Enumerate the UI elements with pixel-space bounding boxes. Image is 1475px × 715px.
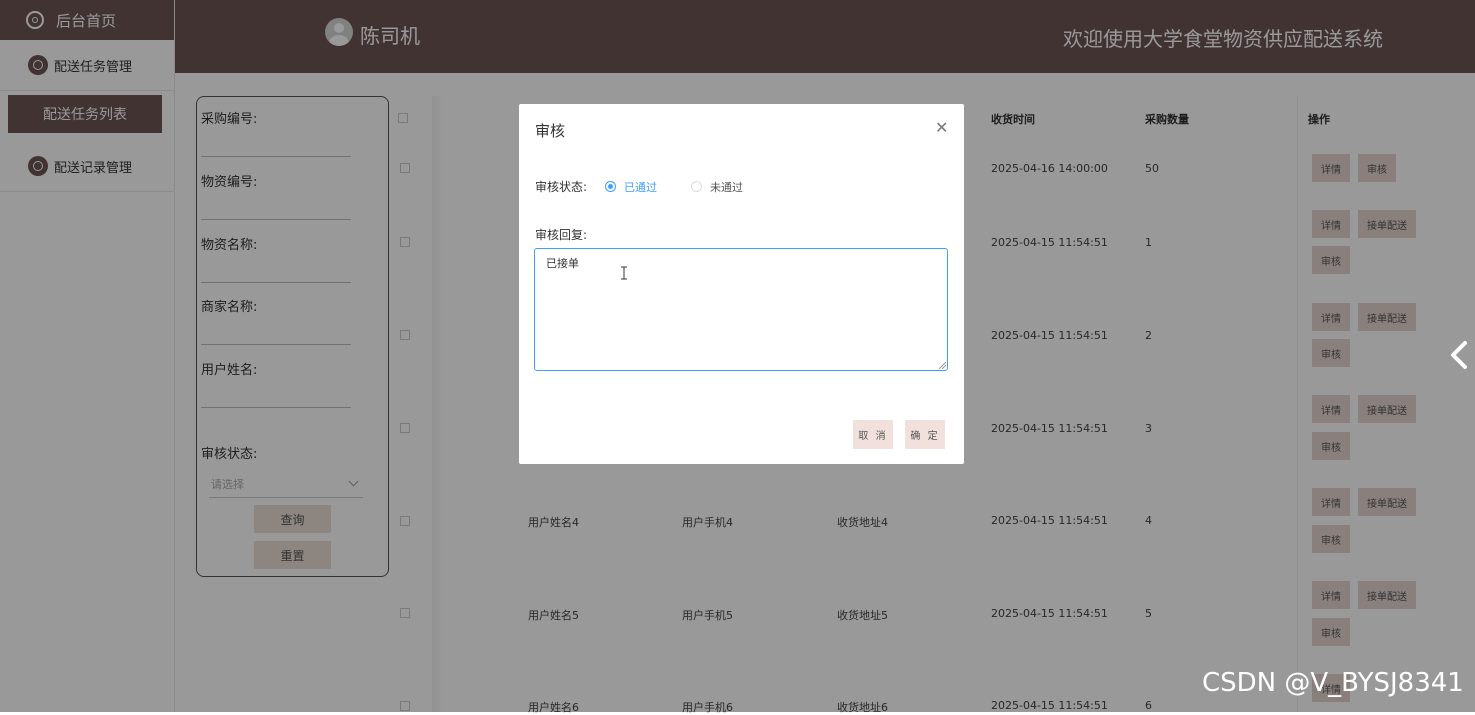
review-reply-label: 审核回复:: [535, 228, 588, 242]
review-status-label: 审核状态:: [535, 180, 588, 194]
dialog-title: 审核: [535, 122, 566, 140]
review-reply-textarea[interactable]: 已接单: [534, 248, 948, 371]
radio-failed-label[interactable]: 未通过: [710, 179, 743, 195]
text-cursor-icon: [621, 266, 627, 280]
confirm-button[interactable]: 确 定: [905, 420, 945, 449]
radio-passed[interactable]: [605, 181, 616, 192]
chevron-left-icon[interactable]: [1446, 340, 1472, 370]
textarea-value: 已接单: [546, 257, 579, 270]
resize-handle-icon[interactable]: [939, 362, 946, 369]
watermark: CSDN @V_BYSJ8341: [1202, 668, 1464, 698]
radio-failed[interactable]: [691, 181, 702, 192]
cancel-button[interactable]: 取 消: [853, 420, 893, 449]
review-dialog: 审核 ✕ 审核状态: 已通过 未通过 审核回复: 已接单 取 消 确 定: [519, 104, 964, 464]
radio-passed-label[interactable]: 已通过: [624, 179, 657, 195]
close-icon[interactable]: ✕: [935, 118, 948, 137]
